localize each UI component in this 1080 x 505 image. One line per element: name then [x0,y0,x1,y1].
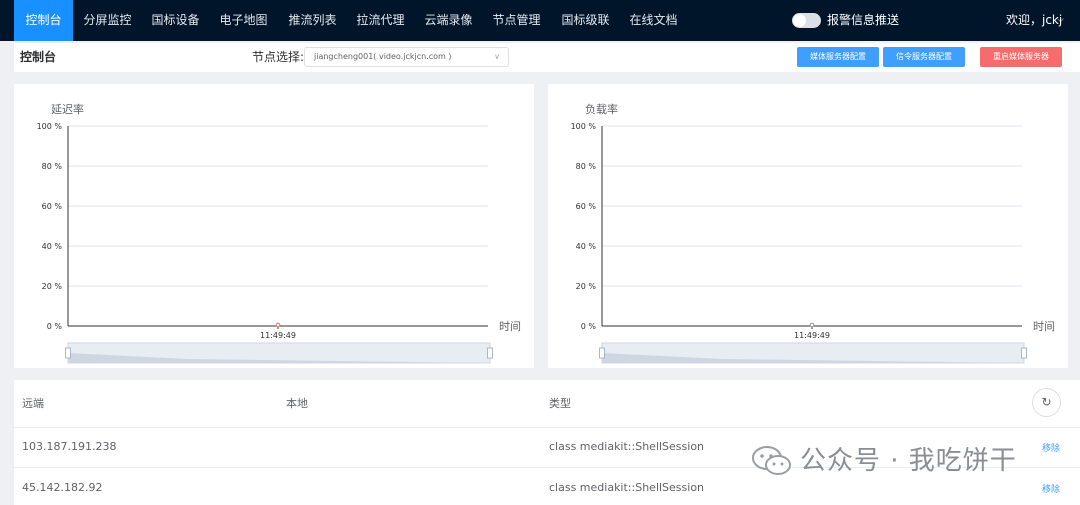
data-point [275,322,281,328]
x-tick-label: 11:49:49 [794,331,830,340]
nav-item-push-list[interactable]: 推流列表 [285,0,340,41]
alarm-push-toggle[interactable] [792,13,821,28]
table-row-1-remove-link[interactable]: 移除 [1042,482,1060,495]
x-tick-label: 11:49:49 [260,331,296,340]
zoom-handle-right[interactable] [487,347,493,359]
column-header-remote: 远端 [22,397,44,410]
nav-item-console[interactable]: 控制台 [14,0,73,41]
x-axis-label: 时间 [499,320,521,333]
nav-item-node-manage[interactable]: 节点管理 [489,0,544,41]
wechat-watermark: 公众号 · 我吃饼干 [752,441,1052,481]
nav-item-split-monitor[interactable]: 分屏监控 [80,0,135,41]
table-row-0-remote: 103.187.191.238 [22,440,117,453]
watermark-text: 公众号 · 我吃饼干 [800,446,1017,476]
chart-title: 负载率 [585,102,618,116]
y-tick-label: 20 % [576,282,597,291]
chevron-down-icon[interactable]: ⌵ [1057,14,1064,26]
zoom-handle-left[interactable] [65,347,71,359]
nav-item-gb-devices[interactable]: 国标设备 [148,0,203,41]
signal-server-config-button[interactable]: 信令服务器配置 [883,47,965,67]
y-tick-label: 60 % [42,202,63,211]
table-row-0-type: class mediakit::ShellSession [549,440,705,453]
restart-media-server-button[interactable]: 重启媒体服务器 [980,47,1062,67]
media-server-config-button[interactable]: 媒体服务器配置 [797,47,879,67]
y-tick-label: 40 % [576,242,597,251]
column-header-local: 本地 [286,397,308,410]
node-select-label: 节点选择: [252,50,305,64]
nav-item-cloud-record[interactable]: 云端录像 [421,0,476,41]
nav-item-online-docs[interactable]: 在线文档 [626,0,681,41]
y-tick-label: 0 % [47,322,63,331]
top-nav: 控制台 分屏监控 国标设备 电子地图 推流列表 拉流代理 云端录像 节点管理 国… [0,0,1080,41]
user-menu[interactable]: 欢迎，jckj [1006,0,1062,41]
chart-title: 延迟率 [51,102,84,116]
chart-svg: 负载率 100 % 80 % 60 % 40 % 20 % 0 % 时间 11:49:49 [571,102,1055,364]
chart-svg: 延迟率 100 % 80 % 60 % 40 % 20 % 0 % 时间 11:49:49 [37,102,521,364]
wechat-icon [752,446,791,475]
load-chart-panel: 负载率 100 % 80 % 60 % 40 % 20 % 0 % 时间 11:49:49 [548,84,1068,368]
y-tick-label: 80 % [42,162,63,171]
y-tick-label: 60 % [576,202,597,211]
y-tick-label: 100 % [37,122,63,131]
chevron-down-icon: ∨ [494,52,500,61]
data-point [809,322,815,328]
y-tick-label: 20 % [42,282,63,291]
y-tick-label: 0 % [581,322,597,331]
zoom-handle-right[interactable] [1021,347,1027,359]
table-row-1-remote: 45.142.182.92 [22,481,103,494]
x-axis-label: 时间 [1033,320,1055,333]
y-tick-label: 40 % [42,242,63,251]
toggle-knob [793,14,806,27]
node-select-value: jiangcheng001( video.jckjcn.com ) [314,52,452,61]
page-title: 控制台 [20,50,57,64]
node-select[interactable]: jiangcheng001( video.jckjcn.com ) ∨ [304,47,509,67]
alarm-push-label: 报警信息推送 [827,13,900,27]
nav-item-e-map[interactable]: 电子地图 [216,0,271,41]
zoom-handle-left[interactable] [599,347,605,359]
nav-item-gb-cascade[interactable]: 国标级联 [558,0,613,41]
console-header: 控制台 节点选择: jiangcheng001( video.jckjcn.co… [14,43,1080,72]
divider [14,427,1080,428]
column-header-type: 类型 [549,397,571,410]
y-tick-label: 100 % [571,122,597,131]
latency-chart-panel: 延迟率 100 % 80 % 60 % 40 % 20 % 0 % 时间 11:49:49 [14,84,534,368]
refresh-button[interactable]: ↻ [1032,388,1061,417]
nav-item-pull-proxy[interactable]: 拉流代理 [353,0,408,41]
y-tick-label: 80 % [576,162,597,171]
table-row-1-type: class mediakit::ShellSession [549,481,705,494]
